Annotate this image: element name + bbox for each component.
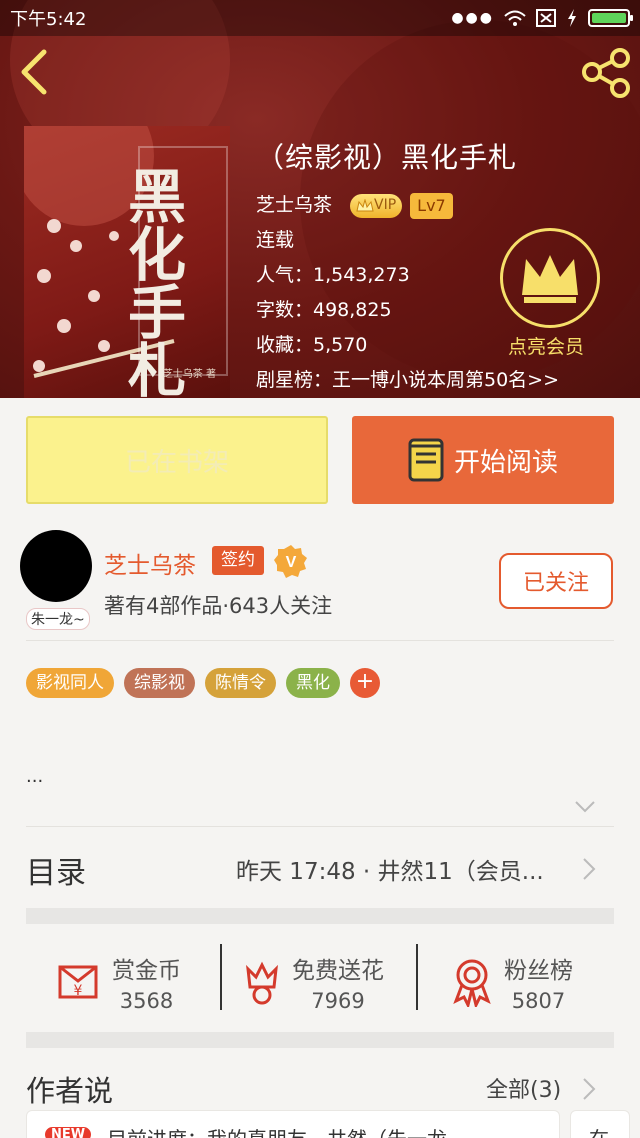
- level-badge: Lv7: [410, 192, 453, 219]
- membership-button[interactable]: [500, 228, 600, 328]
- view-all-link[interactable]: 全部(3): [486, 1072, 561, 1104]
- stat-label: 粉丝榜: [504, 958, 573, 984]
- book-summary[interactable]: ...: [26, 766, 43, 787]
- wifi-icon: [504, 10, 526, 26]
- more-dots-icon: ●●●: [451, 10, 494, 26]
- section-separator: [26, 1032, 614, 1048]
- back-button[interactable]: [14, 46, 58, 96]
- svg-text:V: V: [286, 554, 297, 571]
- author-avatar[interactable]: [20, 530, 92, 602]
- share-icon: [582, 48, 630, 98]
- crown-small-icon: [356, 198, 374, 211]
- vip-badge: VIP: [350, 193, 403, 218]
- medal-icon: [453, 959, 491, 1007]
- avatar-tag: 朱一龙~: [26, 608, 90, 630]
- signed-badge: 签约: [212, 546, 264, 575]
- book-icon: [408, 438, 444, 482]
- follow-button[interactable]: 已关注: [499, 553, 613, 609]
- status-time: 下午5:42: [10, 9, 87, 30]
- crown-icon: [522, 255, 578, 303]
- fan-rank-stat[interactable]: 粉丝榜 5807: [450, 940, 573, 1024]
- author-says-title: 作者说: [26, 1074, 114, 1108]
- new-badge: NEW: [45, 1127, 92, 1138]
- start-reading-button[interactable]: 开始阅读: [352, 416, 614, 504]
- tag-item[interactable]: 综影视: [124, 668, 195, 698]
- in-shelf-button[interactable]: 已在书架: [26, 416, 328, 504]
- start-reading-label: 开始阅读: [453, 447, 558, 478]
- author-post-card[interactable]: 在...: [570, 1110, 630, 1138]
- book-author-row: 芝士乌茶 VIP Lv7: [256, 188, 559, 223]
- section-separator: [26, 908, 614, 924]
- chevron-left-icon: [21, 49, 47, 95]
- vip-label: VIP: [374, 197, 397, 213]
- add-tag-button[interactable]: +: [350, 668, 380, 698]
- book-cover[interactable]: 黑化手札 芝士乌茶 著: [24, 126, 230, 398]
- svg-text:¥: ¥: [74, 983, 83, 999]
- chevron-right-icon[interactable]: [582, 857, 596, 881]
- stat-divider: [220, 944, 222, 1010]
- catalog-label[interactable]: 目录: [26, 848, 86, 892]
- author-post-card[interactable]: NEW 目前进度：我的真朋友，井然（朱一龙...: [26, 1110, 560, 1138]
- author-meta: 著有4部作品·643人关注: [104, 594, 333, 618]
- book-author[interactable]: 芝士乌茶: [256, 188, 332, 223]
- post-text: 目前进度：我的真朋友，井然（朱一龙...: [107, 1123, 466, 1138]
- no-sim-icon: [536, 9, 556, 27]
- post-text: 在...: [589, 1123, 628, 1138]
- stat-value: 5807: [511, 989, 566, 1013]
- stat-label: 免费送花: [292, 958, 384, 984]
- author-name[interactable]: 芝士乌茶: [104, 546, 196, 580]
- divider: [26, 826, 614, 827]
- tag-list: 影视同人 综影视 陈情令 黑化 +: [26, 668, 380, 698]
- catalog-latest[interactable]: 昨天 17:48 · 井然11（会员...: [236, 852, 566, 886]
- stat-value: 3568: [119, 989, 174, 1013]
- stat-label: 赏金币: [112, 958, 181, 984]
- tag-item[interactable]: 影视同人: [26, 668, 114, 698]
- status-bar: 下午5:42 ●●●: [0, 0, 640, 36]
- cover-title: 黑化手札: [118, 166, 186, 398]
- verified-badge: V: [274, 544, 308, 578]
- envelope-icon: ¥: [58, 965, 98, 999]
- cover-author: 芝士乌茶 著: [162, 369, 216, 380]
- battery-icon: [588, 9, 633, 27]
- verified-icon: V: [274, 545, 307, 578]
- flower-icon: [246, 961, 278, 1005]
- book-title: （综影视）黑化手札: [256, 141, 518, 174]
- share-button[interactable]: [580, 48, 634, 98]
- membership-label[interactable]: 点亮会员: [508, 332, 584, 359]
- tag-item[interactable]: 黑化: [286, 668, 340, 698]
- chevron-right-icon[interactable]: [582, 1077, 596, 1101]
- expand-chevron-icon[interactable]: [574, 800, 596, 814]
- divider: [26, 640, 614, 641]
- reward-coins-stat[interactable]: ¥ 赏金币 3568: [56, 940, 181, 1024]
- charging-icon: [568, 9, 576, 27]
- book-ranking-link[interactable]: 剧星榜：王一博小说本周第50名>>: [256, 363, 559, 398]
- free-flowers-stat[interactable]: 免费送花 7969: [242, 940, 384, 1024]
- stat-value: 7969: [311, 989, 365, 1013]
- tag-item[interactable]: 陈情令: [205, 668, 276, 698]
- stat-divider: [416, 944, 418, 1010]
